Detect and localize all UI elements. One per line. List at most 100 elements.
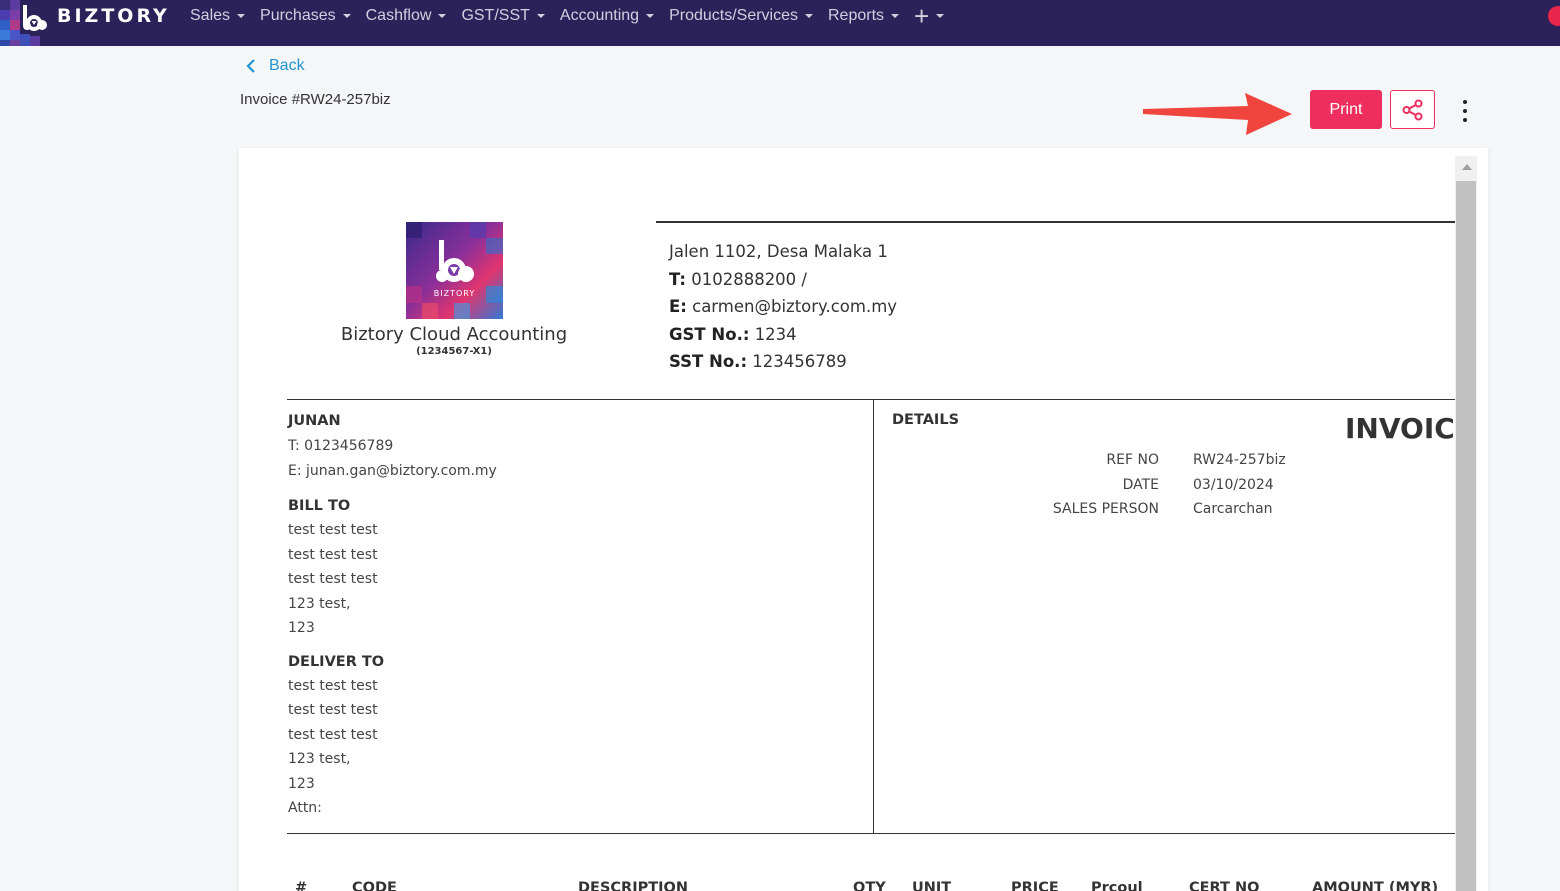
deliver-to-line: test test test [288,726,378,743]
company-email: carmen@biztory.com.my [692,297,898,316]
col-description: DESCRIPTION [578,880,688,891]
menu-cashflow-label: Cashflow [365,7,432,24]
customer-name: JUNAN [288,413,341,429]
bill-to-line: test test test [288,571,378,587]
customer-phone: T: 0123456789 [288,438,394,454]
box-top-border [287,399,1455,400]
deliver-to-line: 123 test, [288,751,351,767]
bill-to-line: 123 [288,620,315,636]
share-button[interactable] [1390,90,1435,129]
gst-label: GST No.: [669,324,750,344]
col-number: # [295,880,308,891]
company-gst: 1234 [754,324,797,344]
chevron-left-icon [246,59,255,73]
sst-label: SST No.: [669,352,748,371]
col-unit: UNIT [912,880,952,891]
company-address: Jalen 1102, Desa Malaka 1 [669,242,888,261]
invoice-preview: BIZTORY Biztory Cloud Accounting (123456… [239,148,1488,891]
page-title: Invoice #RW24-257biz [240,91,391,108]
details-values: RW24-257biz 03/10/2024 Carcarchan [1193,448,1286,522]
box-middle-divider [873,399,874,834]
col-price: PRICE [1011,880,1059,891]
menu-gst-sst-label: GST/SST [461,7,530,24]
chevron-down-icon [536,14,545,18]
brand-logo-mark[interactable] [0,0,52,46]
notification-badge[interactable] [1548,6,1560,26]
menu-products-services-label: Products/Services [669,7,798,24]
phone-label: T: [669,269,686,289]
chevron-down-icon [891,14,900,18]
details-labels: REF NO DATE SALES PERSON [999,448,1159,522]
sales-person-value: Carcarchan [1193,501,1273,517]
date-label: DATE [1122,476,1159,493]
menu-cashflow[interactable]: Cashflow [366,7,447,25]
bill-to-line: test test test [288,546,378,563]
menu-sales[interactable]: Sales [190,7,246,25]
header-divider [656,221,1455,223]
company-contact: Jalen 1102, Desa Malaka 1 T: 0102888200 … [669,238,897,376]
share-icon [1402,99,1422,120]
customer-email: E: junan.gan@biztory.com.my [288,462,497,479]
preview-scrollbar-thumb[interactable] [1456,181,1476,891]
company-registration: (1234567-X1) [416,346,492,357]
chevron-down-icon [237,14,246,18]
items-table-header: # CODE DESCRIPTION QTY UNIT PRICE Prcoul… [291,880,1461,891]
ref-no-value: RW24-257biz [1193,452,1286,468]
menu-accounting[interactable]: Accounting [559,7,655,25]
brand-b-icon [23,5,47,31]
chevron-down-icon [936,14,945,18]
company-sst: 123456789 [752,352,847,371]
main-menu: Sales Purchases Cashflow GST/SST Account… [190,0,959,32]
menu-sales-label: Sales [190,7,231,24]
details-heading: DETAILS [892,412,960,428]
customer-section: JUNAN T: 0123456789 E: junan.gan@biztory… [288,412,497,821]
company-logo-text: BIZTORY [433,289,476,298]
deliver-to-heading: DELIVER TO [288,653,385,670]
col-qty: QTY [853,880,886,891]
plus-icon: + [914,1,930,31]
company-logo: BIZTORY [406,222,503,319]
menu-purchases-label: Purchases [260,7,336,24]
col-amount: AMOUNT (MYR) [1312,880,1439,891]
col-code: CODE [352,880,397,891]
menu-accounting-label: Accounting [559,7,640,24]
col-discount: Prcoul [1091,880,1143,891]
chevron-down-icon [805,14,813,18]
email-label: E: [669,297,687,316]
deliver-to-line: 123 [288,775,315,792]
chevron-down-icon [646,14,655,18]
box-bottom-border [287,833,1455,834]
ref-no-label: REF NO [1106,452,1159,468]
more-options-icon[interactable] [1455,100,1475,122]
deliver-to-line: test test test [288,702,378,718]
bill-to-heading: BILL TO [288,498,351,514]
bill-to-line: test test test [288,522,378,538]
sales-person-label: SALES PERSON [1052,501,1159,517]
chevron-down-icon [438,14,447,18]
top-navbar: BIZTORY Sales Purchases Cashflow GST/SST… [0,0,1560,46]
back-link[interactable]: Back [246,57,305,75]
company-gst-line: GST No.: 1234 [669,321,897,349]
menu-purchases[interactable]: Purchases [260,7,351,25]
company-phone-line: T: 0102888200 / [669,266,897,294]
bill-to-line: 123 test, [288,595,351,612]
date-value: 03/10/2024 [1193,476,1274,493]
company-phone: 0102888200 / [691,269,807,289]
menu-quick-add[interactable]: + [914,1,945,31]
brand-name[interactable]: BIZTORY [57,5,170,27]
company-sst-line: SST No.: 123456789 [669,348,897,376]
chevron-down-icon [342,14,351,18]
scroll-up-arrow-icon[interactable] [1462,164,1472,170]
company-email-line: E: carmen@biztory.com.my [669,293,897,321]
back-label: Back [269,57,305,74]
col-cert-no: CERT NO [1189,880,1260,891]
deliver-to-line: test test test [288,677,378,694]
print-button[interactable]: Print [1310,90,1382,129]
menu-reports-label: Reports [828,7,885,24]
red-arrow-annotation [1143,93,1292,135]
menu-gst-sst[interactable]: GST/SST [461,7,545,25]
company-name: Biztory Cloud Accounting [340,324,568,345]
menu-products-services[interactable]: Products/Services [669,7,813,25]
attention-line: Attn: [288,800,322,816]
menu-reports[interactable]: Reports [828,7,900,25]
